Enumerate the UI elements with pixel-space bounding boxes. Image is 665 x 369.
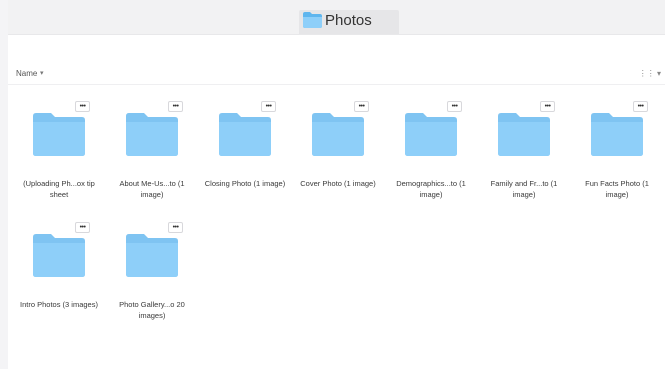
- folder-label: (Uploading Ph...ox tip sheet: [23, 179, 95, 199]
- folder-label: Fun Facts Photo (1 image): [585, 179, 649, 199]
- more-options-button[interactable]: •••: [261, 101, 276, 112]
- folder-item[interactable]: ••• Intro Photos (3 images): [16, 211, 100, 329]
- folder-label: Family and Fr...to (1 image): [490, 179, 558, 199]
- file-browser-window: Photos Name ▾ ⋮⋮ ▾ ••• (Uploading Ph...o…: [8, 0, 665, 369]
- folder-icon: [219, 113, 271, 156]
- window-title: Photos: [325, 12, 372, 29]
- header-area: [8, 35, 665, 67]
- more-options-button[interactable]: •••: [447, 101, 462, 112]
- folder-item[interactable]: ••• Fun Facts Photo (1 image): [574, 90, 658, 208]
- title-bar: Photos: [8, 0, 665, 35]
- empty-area: [8, 335, 665, 369]
- folder-label: Intro Photos (3 images): [20, 300, 98, 309]
- more-options-button[interactable]: •••: [354, 101, 369, 112]
- folder-icon: [312, 113, 364, 156]
- folder-label: Cover Photo (1 image): [300, 179, 376, 188]
- folder-item[interactable]: ••• About Me-Us...to (1 image): [109, 90, 193, 208]
- folder-icon: [498, 113, 550, 156]
- folder-icon: [591, 113, 643, 156]
- sort-by-name-button[interactable]: Name: [16, 69, 37, 78]
- more-options-button[interactable]: •••: [168, 222, 183, 233]
- folder-icon: [303, 12, 322, 28]
- folder-icon: [126, 113, 178, 156]
- folder-icon: [126, 234, 178, 277]
- sort-bar: Name ▾ ⋮⋮ ▾: [8, 66, 665, 85]
- chevron-down-icon[interactable]: ▾: [40, 69, 44, 77]
- more-options-button[interactable]: •••: [168, 101, 183, 112]
- more-options-button[interactable]: •••: [75, 101, 90, 112]
- folder-grid: ••• (Uploading Ph...ox tip sheet ••• Abo…: [8, 90, 665, 335]
- folder-item[interactable]: ••• Photo Gallery...o 20 images): [109, 211, 193, 329]
- folder-icon: [33, 234, 85, 277]
- folder-label: Closing Photo (1 image): [204, 179, 286, 188]
- folder-item[interactable]: ••• Family and Fr...to (1 image): [481, 90, 565, 208]
- folder-item[interactable]: ••• Closing Photo (1 image): [202, 90, 286, 208]
- folder-item[interactable]: ••• Demographics...to (1 image): [388, 90, 472, 208]
- folder-label: About Me-Us...to (1 image): [119, 179, 185, 199]
- grid-view-icon[interactable]: ⋮⋮ ▾: [639, 69, 661, 78]
- folder-label: Demographics...to (1 image): [396, 179, 466, 199]
- more-options-button[interactable]: •••: [633, 101, 648, 112]
- more-options-button[interactable]: •••: [540, 101, 555, 112]
- title-tab: Photos: [299, 10, 399, 34]
- folder-label: Photo Gallery...o 20 images): [119, 300, 185, 320]
- folder-icon: [405, 113, 457, 156]
- folder-item[interactable]: ••• Cover Photo (1 image): [295, 90, 379, 208]
- more-options-button[interactable]: •••: [75, 222, 90, 233]
- folder-item[interactable]: ••• (Uploading Ph...ox tip sheet: [16, 90, 100, 208]
- folder-icon: [33, 113, 85, 156]
